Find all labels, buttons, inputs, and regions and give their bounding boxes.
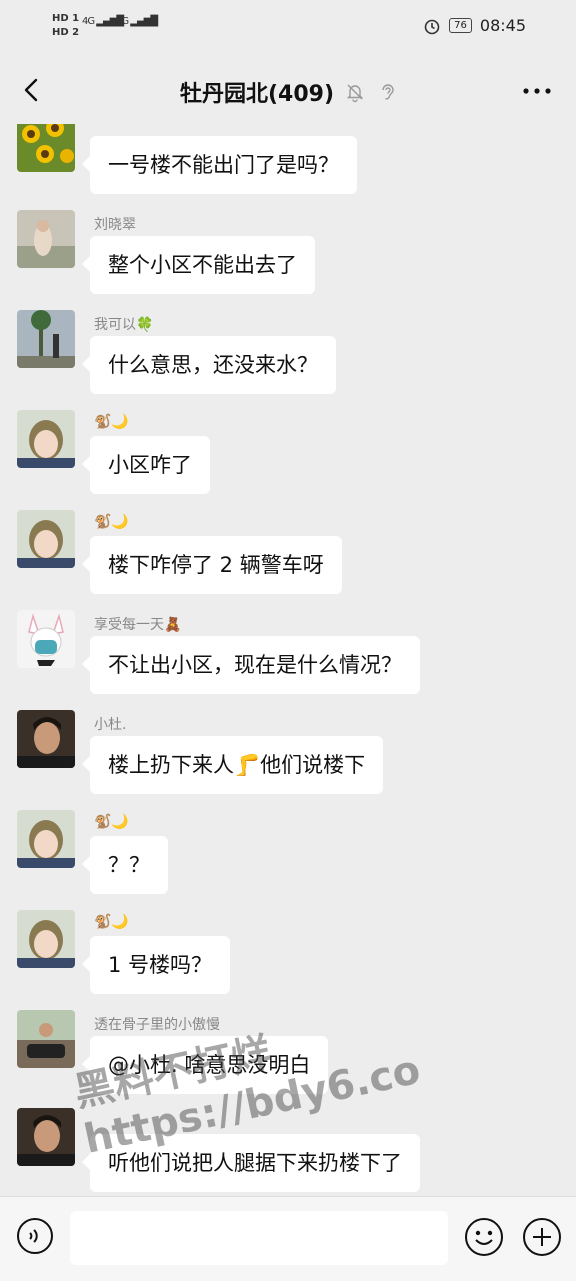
clock: 08:45 [479, 16, 526, 35]
avatar[interactable] [17, 1010, 75, 1068]
message-bubble[interactable]: 一号楼不能出门了是吗？ [82, 136, 357, 194]
alarm-icon [424, 19, 440, 34]
avatar[interactable] [17, 124, 75, 172]
status-right: 76 08:45 [423, 16, 526, 35]
avatar[interactable] [17, 910, 75, 968]
signal1-label: 4G [82, 16, 95, 27]
message-bubble[interactable]: 听他们说把人腿据下来扔楼下了 [82, 1134, 420, 1192]
sender-name: 小杜. [94, 717, 127, 733]
hd-indicators: HD 1 HD 2 [52, 12, 79, 40]
sender-name: 🐒🌙 [94, 914, 129, 930]
message-bubble[interactable]: 不让出小区，现在是什么情况？ [82, 636, 420, 694]
message-bubble[interactable]: 小区咋了 [82, 436, 210, 494]
avatar[interactable] [17, 510, 75, 568]
back-arrow-icon[interactable] [18, 74, 46, 106]
sender-name: 我可以🍀 [94, 317, 154, 333]
sender-name: 透在骨子里的小傲慢 [94, 1017, 220, 1033]
signal-icon-2: 4G ▂▄▆█ [116, 16, 158, 27]
chat-header: 牡丹园北(409) [0, 56, 576, 124]
ear-icon [382, 84, 394, 100]
message-bubble[interactable]: 楼下咋停了 2 辆警车呀 [82, 536, 342, 594]
avatar[interactable] [17, 410, 75, 468]
message-bubble[interactable]: @小杜. 啥意思没明白 [81, 1036, 329, 1094]
mute-bell-icon [346, 84, 364, 103]
battery-indicator: 76 [449, 18, 472, 33]
message-bubble[interactable]: 整个小区不能出去了 [82, 236, 315, 294]
chat-title-group: 牡丹园北(409) [180, 76, 398, 108]
avatar[interactable] [17, 710, 75, 768]
more-options-icon[interactable] [522, 86, 552, 96]
avatar[interactable] [17, 210, 75, 268]
hd2-label: HD 2 [52, 27, 80, 38]
signal2-label: 4G [116, 16, 129, 27]
sender-name: 享受每一天🧸 [94, 617, 182, 633]
sender-name: 刘晓翠 [94, 217, 136, 233]
input-bar [0, 1196, 576, 1281]
sender-name: 🐒🌙 [94, 414, 129, 430]
plus-icon[interactable] [522, 1217, 562, 1257]
message-bubble[interactable]: 楼上扔下来人🦵他们说楼下 [81, 736, 384, 794]
avatar[interactable] [17, 810, 75, 868]
voice-input-icon[interactable] [16, 1217, 54, 1255]
avatar[interactable] [17, 1108, 75, 1166]
message-list[interactable]: 一号楼不能出门了是吗？ 刘晓翠 整个小区不能出去了 我可以🍀 什么意思，还没来水… [0, 124, 576, 1196]
emoji-icon[interactable] [464, 1217, 504, 1257]
chat-title: 牡丹园北(409) [180, 82, 335, 107]
avatar[interactable] [17, 610, 75, 668]
hd1-label: HD 1 [52, 13, 80, 24]
avatar[interactable] [17, 310, 75, 368]
sender-name: 🐒🌙 [94, 814, 129, 830]
message-bubble[interactable]: ？？ [82, 836, 168, 894]
message-bubble[interactable]: 1 号楼吗？ [81, 936, 231, 994]
sender-name: 🐒🌙 [94, 514, 129, 530]
status-bar: HD 1 HD 2 4G ▂▄▆█ 4G ▂▄▆█ 76 08:45 [0, 0, 576, 56]
message-input[interactable] [70, 1211, 448, 1265]
message-bubble[interactable]: 什么意思，还没来水？ [82, 336, 336, 394]
